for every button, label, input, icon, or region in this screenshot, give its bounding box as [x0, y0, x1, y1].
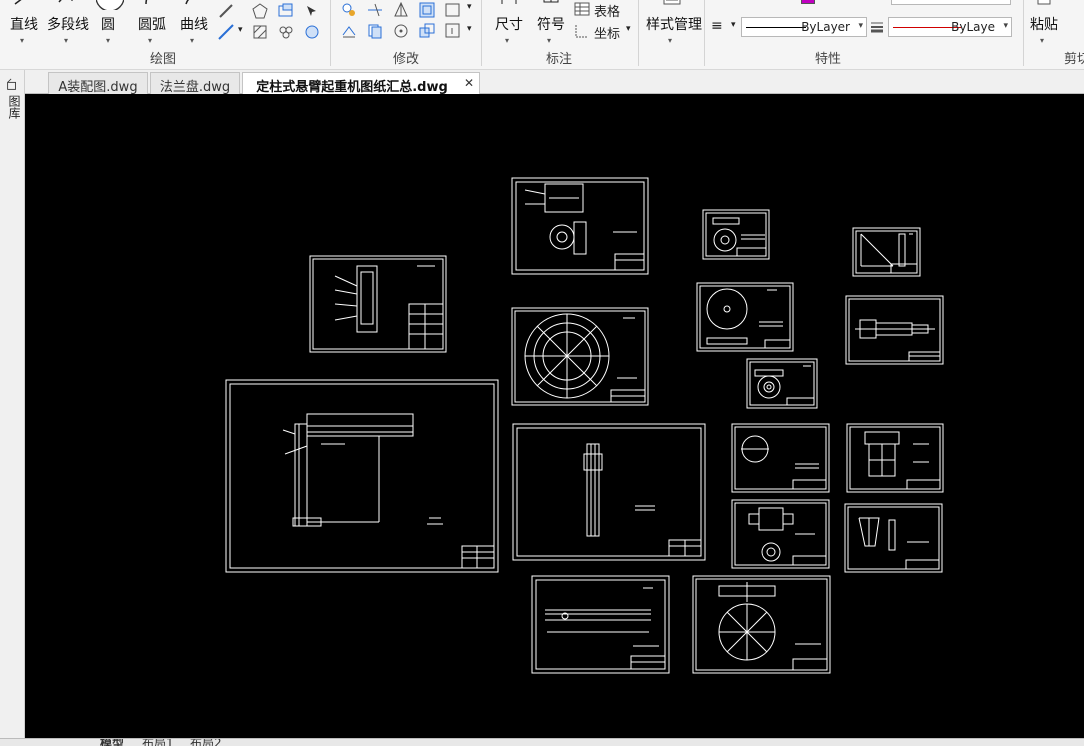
clipboard-icon [1037, 0, 1051, 5]
side-panel: 图库 [0, 70, 25, 746]
chevron-down-icon: ▾ [106, 36, 111, 45]
layout-tab-bar: 模型 布局1 布局2 [0, 738, 1084, 746]
drawing-sheet[interactable] [309, 255, 447, 353]
drawing-sheet[interactable] [692, 575, 831, 674]
ribbon: 直线 ▾ 多段线 ▾ 圆 ▾ 圆弧 ▾ 曲线 ▾ ▾ 绘图 ▾ ▾ 修改 尺寸 … [0, 0, 1084, 70]
move-icon[interactable] [341, 2, 357, 18]
drawing-sheet[interactable] [852, 227, 921, 277]
drawing-sheet[interactable] [702, 209, 770, 260]
copy-icon[interactable] [367, 23, 383, 39]
tab-layout2[interactable]: 布局2 [190, 739, 222, 746]
table-icon [574, 2, 590, 16]
chevron-down-icon: ▾ [64, 36, 69, 45]
layer-combo[interactable] [891, 0, 1011, 5]
point-icon[interactable] [304, 3, 320, 19]
region-icon[interactable] [278, 3, 294, 19]
style-icon [663, 0, 681, 5]
ray-icon[interactable] [218, 3, 234, 19]
polyline-icon [58, 0, 73, 3]
chevron-down-icon[interactable]: ▾ [467, 2, 472, 12]
curve-icon [185, 0, 190, 5]
lineweight-icon[interactable] [869, 19, 885, 35]
drawing-sheet[interactable] [511, 307, 649, 406]
scale-icon[interactable] [419, 23, 435, 39]
offset-icon[interactable] [419, 2, 435, 18]
tab-layout1[interactable]: 布局1 [142, 739, 174, 746]
drawing-sheet[interactable] [512, 423, 706, 561]
drawing-sheet[interactable] [731, 499, 830, 569]
polygon-icon[interactable] [252, 3, 268, 19]
drawing-sheet[interactable] [844, 503, 943, 573]
coordinate-button[interactable]: 坐标 ▾ [574, 22, 638, 42]
chevron-down-icon: ▾ [1040, 36, 1045, 45]
draw-panel: 直线 ▾ 多段线 ▾ 圆 ▾ 圆弧 ▾ 曲线 ▾ ▾ 绘图 [0, 0, 330, 69]
properties-panel: ≡ ▾ ByLayer ▾ ByLaye ▾ 特性 [705, 0, 1023, 69]
revision-cloud-icon[interactable] [278, 24, 294, 40]
line-icon [14, 0, 22, 5]
hatch-icon[interactable] [252, 24, 268, 40]
document-tab-bar: A装配图.dwg 法兰盘.dwg 定柱式悬臂起重机图纸汇总.dwg ✕ [0, 70, 1084, 95]
explode-icon[interactable] [445, 23, 461, 39]
linetype-preview [746, 27, 806, 28]
construction-line-icon[interactable] [218, 24, 234, 40]
chevron-down-icon: ▾ [505, 36, 510, 45]
chevron-down-icon[interactable]: ▾ [731, 20, 736, 30]
drawing-sheet[interactable] [696, 282, 794, 352]
divider [1023, 0, 1024, 66]
tab-assembly[interactable]: A装配图.dwg [48, 72, 148, 95]
color-swatch[interactable] [801, 0, 815, 4]
arc-icon [145, 0, 148, 5]
linetype-combo[interactable]: ByLayer ▾ [741, 17, 867, 37]
symbol-icon [543, 0, 559, 3]
circle-icon [96, 0, 124, 10]
chevron-down-icon: ▾ [190, 36, 195, 45]
chevron-down-icon: ▾ [668, 36, 673, 45]
list-icon[interactable]: ≡ [711, 18, 723, 34]
chevron-down-icon: ▾ [20, 36, 25, 45]
stretch-icon[interactable] [341, 23, 357, 39]
gradient-icon[interactable] [304, 24, 320, 40]
chevron-down-icon: ▾ [626, 24, 631, 34]
divider [638, 0, 639, 66]
close-icon[interactable]: ✕ [464, 76, 474, 90]
chevron-down-icon[interactable]: ▾ [467, 24, 472, 34]
table-button[interactable]: 表格 [574, 1, 634, 20]
chevron-down-icon: ▾ [547, 36, 552, 45]
trim-icon[interactable] [367, 2, 383, 18]
tab-flange[interactable]: 法兰盘.dwg [150, 72, 240, 95]
array-icon[interactable] [445, 2, 461, 18]
dimension-icon [501, 0, 517, 4]
drawing-sheet[interactable] [746, 358, 818, 409]
drawing-sheet[interactable] [846, 423, 944, 493]
coordinate-icon [575, 25, 588, 38]
rotate-icon[interactable] [393, 23, 409, 39]
mirror-icon[interactable] [393, 2, 409, 18]
annotation-panel: 尺寸 ▾ 符号 ▾ 表格 坐标 ▾ 标注 [482, 0, 638, 69]
drawing-sheet[interactable] [731, 423, 830, 493]
drawing-sheet[interactable] [531, 575, 670, 674]
model-space[interactable] [25, 94, 1084, 738]
drawing-sheet[interactable] [845, 295, 944, 365]
modify-panel: ▾ ▾ 修改 [331, 0, 481, 69]
library-tab[interactable]: 图库 [5, 95, 21, 119]
lineweight-combo[interactable]: ByLaye ▾ [888, 17, 1012, 37]
chevron-down-icon: ▾ [858, 21, 863, 31]
drawing-sheet[interactable] [225, 379, 499, 573]
pin-icon[interactable] [4, 78, 20, 92]
chevron-down-icon[interactable]: ▾ [238, 25, 243, 35]
tab-crane-drawings[interactable]: 定柱式悬臂起重机图纸汇总.dwg ✕ [242, 72, 480, 95]
drawing-canvas[interactable] [25, 94, 1084, 738]
drawing-sheet[interactable] [511, 177, 649, 275]
chevron-down-icon: ▾ [148, 36, 153, 45]
chevron-down-icon: ▾ [1003, 21, 1008, 31]
tab-model[interactable]: 模型 [100, 739, 124, 746]
